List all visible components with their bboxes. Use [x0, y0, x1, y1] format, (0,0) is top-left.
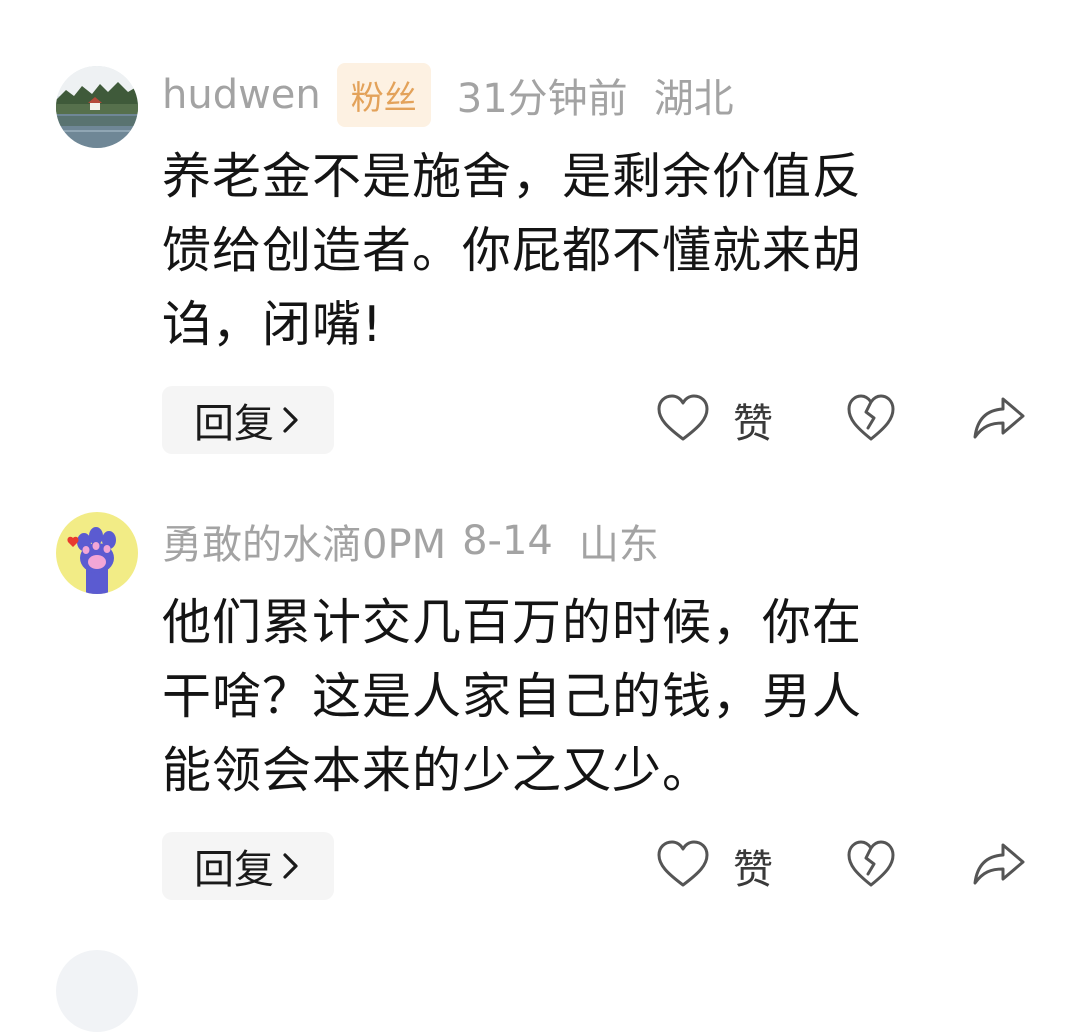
- comment-meta: 勇敢的水滴0PM 8-14 山东: [162, 512, 659, 570]
- comment-line: 干啥？这是人家自己的钱，男人: [162, 668, 863, 725]
- timestamp: 8-14: [462, 518, 553, 564]
- broken-heart-icon: [845, 839, 897, 893]
- like-button[interactable]: 赞: [655, 837, 773, 895]
- avatar[interactable]: [56, 512, 138, 594]
- comment-line: 他们累计交几百万的时候，你在: [162, 594, 863, 651]
- comment-text: 他们累计交几百万的时候，你在 干啥？这是人家自己的钱，男人 能领会本来的少之又少…: [162, 586, 1022, 808]
- reply-button[interactable]: 回复: [162, 386, 334, 454]
- like-label: 赞: [733, 847, 773, 893]
- comment-line: 馈给创造者。你屁都不懂就来胡: [162, 222, 863, 279]
- share-arrow-icon: [971, 839, 1027, 893]
- dislike-button[interactable]: [845, 393, 897, 447]
- cat-paw-avatar-icon: [56, 512, 138, 594]
- reply-label: 回复: [194, 847, 274, 893]
- timestamp: 31分钟前: [456, 76, 628, 122]
- broken-heart-icon: [845, 393, 897, 447]
- share-button[interactable]: [971, 393, 1027, 447]
- chevron-right-icon: [280, 405, 302, 435]
- reply-label: 回复: [194, 401, 274, 447]
- heart-icon: [655, 393, 711, 447]
- chevron-right-icon: [280, 851, 302, 881]
- share-arrow-icon: [971, 393, 1027, 447]
- comment-actions: 赞: [655, 386, 1027, 454]
- dislike-button[interactable]: [845, 839, 897, 893]
- avatar[interactable]: [56, 66, 138, 148]
- comment-text: 养老金不是施舍，是剩余价值反 馈给创造者。你屁都不懂就来胡 诌，闭嘴!: [162, 140, 1022, 362]
- location: 湖北: [653, 76, 734, 122]
- comment-actions: 赞: [655, 832, 1027, 900]
- share-button[interactable]: [971, 839, 1027, 893]
- fan-badge: 粉丝: [336, 63, 431, 127]
- like-button[interactable]: 赞: [655, 391, 773, 449]
- username[interactable]: 勇敢的水滴0PM: [162, 512, 446, 570]
- username[interactable]: hudwen: [162, 72, 321, 118]
- comment-line: 能领会本来的少之又少。: [162, 742, 713, 799]
- avatar[interactable]: [56, 950, 138, 1032]
- heart-icon: [655, 839, 711, 893]
- comment-line: 养老金不是施舍，是剩余价值反: [162, 148, 863, 205]
- comment-meta: hudwen 粉丝 31分钟前 湖北: [162, 63, 734, 127]
- comment-line: 诌，闭嘴!: [162, 296, 383, 353]
- reply-button[interactable]: 回复: [162, 832, 334, 900]
- lake-landscape-avatar-icon: [56, 66, 138, 148]
- like-label: 赞: [733, 401, 773, 447]
- location: 山东: [578, 522, 659, 568]
